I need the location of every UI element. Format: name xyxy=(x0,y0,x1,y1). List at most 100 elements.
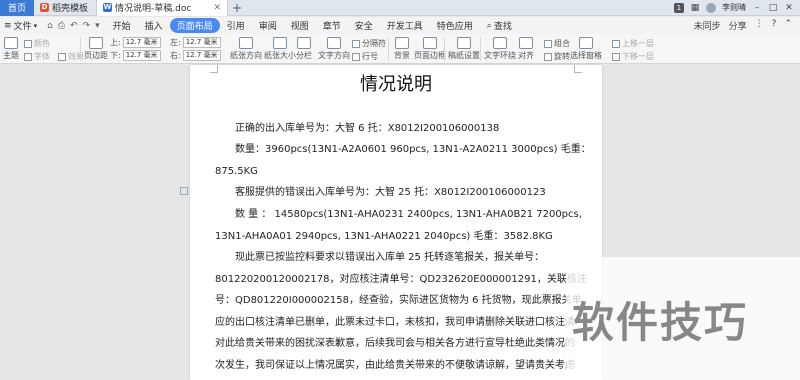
menu-insert[interactable]: 插入 xyxy=(138,19,170,32)
menu-security[interactable]: 安全 xyxy=(348,19,380,32)
quick-print-icon[interactable]: ⎙ xyxy=(58,21,65,31)
document-title[interactable]: 情况说明 xyxy=(190,70,602,96)
document-page[interactable]: 情况说明 正确的出入库单号为：大智 6 托：X8012I200106000138… xyxy=(190,65,602,380)
right-margin-input[interactable]: 12.7 毫米 xyxy=(182,50,221,61)
paragraph[interactable]: 数 量 ： 14580pcs(13N1-AHA0231 2400pcs, 13N… xyxy=(235,208,597,221)
menu-section[interactable]: 章节 xyxy=(316,19,348,32)
collapse-ribbon-icon[interactable]: ⌃ xyxy=(784,19,792,32)
background-button[interactable]: 背景 xyxy=(394,37,410,61)
minimize-button[interactable]: – xyxy=(752,3,762,13)
share-button[interactable]: 分享 xyxy=(729,19,747,32)
skin-icon[interactable]: ▦ xyxy=(690,3,700,13)
writer-doc-icon: W xyxy=(103,3,112,12)
margins-button[interactable]: 页边距 xyxy=(84,37,108,61)
more-icon[interactable]: ⋮ xyxy=(755,19,764,32)
font-label: 字体 xyxy=(34,52,50,61)
menu-developer[interactable]: 开发工具 xyxy=(380,19,430,32)
theme-button[interactable]: 主题 xyxy=(3,37,19,61)
paragraph[interactable]: 客服提供的错误出入库单号为：大智 25 托：X8012I200106000123 xyxy=(235,186,597,199)
paragraph[interactable]: 875.5KG xyxy=(215,165,577,178)
rotate-label: 旋转 xyxy=(554,52,570,61)
restore-button[interactable]: □ xyxy=(768,3,778,13)
paragraph[interactable]: 号：QD801220I000002158，经查验，实际进区货物为 6 托货物，现… xyxy=(215,294,582,307)
bring-forward-button[interactable]: 上移一层 xyxy=(612,38,654,49)
menu-start[interactable]: 开始 xyxy=(106,19,138,32)
watermark-text: 软件技巧 xyxy=(572,298,749,347)
left-margin-label: 左: xyxy=(170,38,181,47)
new-tab-button[interactable]: + xyxy=(228,0,246,16)
search-button[interactable]: ⌕ 查找 xyxy=(480,19,519,33)
separator-button[interactable]: 分隔符 xyxy=(352,38,386,49)
align-button[interactable]: 对齐 xyxy=(518,37,534,61)
close-button[interactable]: ✕ xyxy=(784,3,794,13)
text-wrap-label: 文字环绕 xyxy=(484,51,516,60)
columns-label: 分栏 xyxy=(296,51,312,60)
orientation-button[interactable]: 纸张方向 xyxy=(230,37,262,61)
margins-icon xyxy=(89,37,103,49)
user-name[interactable]: 李则晴 xyxy=(722,2,746,13)
tab-home[interactable]: 首页 xyxy=(0,0,34,16)
chevron-down-icon: ▾ xyxy=(33,21,38,30)
tab-template[interactable]: D 稻壳模板 xyxy=(34,0,96,16)
paragraph[interactable]: 应的出口核注清单已删单，此票未过卡口，未核扣，我司申请删除关联进口核注清 xyxy=(215,316,577,329)
bring-forward-icon xyxy=(612,39,620,48)
selection-pane-icon xyxy=(579,37,593,49)
color-icon xyxy=(24,39,32,48)
send-backward-button[interactable]: 下移一层 xyxy=(612,51,654,62)
quick-home-icon[interactable]: ⌂ xyxy=(47,21,53,31)
theme-label: 主题 xyxy=(3,51,19,60)
paragraph[interactable]: 正确的出入库单号为：大智 6 托：X8012I200106000138 xyxy=(235,122,597,135)
quick-more-icon[interactable]: ▾ xyxy=(95,21,100,31)
draft-settings-button[interactable]: 稿纸设置 xyxy=(448,37,480,61)
text-direction-button[interactable]: 文字方向 xyxy=(318,37,350,61)
tab-document[interactable]: W 情况说明-草稿.doc ✕ xyxy=(96,0,228,16)
paragraph[interactable]: 13N1-AHA0A01 2940pcs, 13N1-AHA0221 2040p… xyxy=(215,230,577,243)
separator-label: 分隔符 xyxy=(362,39,386,48)
page-borders-label: 页面边框 xyxy=(414,51,446,60)
window-count-badge[interactable]: 1 xyxy=(674,2,684,13)
undo-icon[interactable]: ↶ xyxy=(70,21,78,31)
paper-size-button[interactable]: 纸张大小 xyxy=(264,37,296,61)
ribbon-divider xyxy=(444,37,445,61)
help-icon[interactable]: ? xyxy=(772,19,777,32)
sync-status[interactable]: 未同步 xyxy=(694,19,721,32)
redo-icon[interactable]: ↷ xyxy=(83,21,91,31)
send-backward-icon xyxy=(612,52,620,61)
group-button[interactable]: 组合 xyxy=(544,38,570,49)
paragraph-marker-icon[interactable] xyxy=(180,187,188,195)
search-label: 查找 xyxy=(493,22,512,32)
paragraph[interactable]: 数量：3960pcs(13N1-A2A0601 960pcs, 13N1-A2A… xyxy=(235,143,597,156)
paragraph[interactable]: 次发生，我司保证以上情况属实，由此给贵关带来的不便敬请谅解，望请贵关考虑 xyxy=(215,359,577,372)
orientation-icon xyxy=(239,37,253,49)
line-numbers-button[interactable]: 行号 xyxy=(352,51,378,62)
quick-access-toolbar: ⌂ ⎙ ↶ ↷ ▾ xyxy=(41,21,106,31)
font-icon xyxy=(24,52,32,61)
top-margin: 上: 12.7 毫米 xyxy=(110,37,161,48)
line-numbers-label: 行号 xyxy=(362,52,378,61)
menu-page-layout[interactable]: 页面布局 xyxy=(169,18,220,33)
menu-view[interactable]: 视图 xyxy=(284,19,316,32)
avatar[interactable] xyxy=(706,2,716,13)
menu-features[interactable]: 特色应用 xyxy=(430,19,480,32)
hamburger-icon: ≡ xyxy=(4,20,12,31)
menu-review[interactable]: 审阅 xyxy=(252,19,284,32)
top-margin-input[interactable]: 12.7 毫米 xyxy=(122,37,161,48)
left-margin-input[interactable]: 12.7 毫米 xyxy=(182,37,221,48)
columns-button[interactable]: 分栏 xyxy=(296,37,312,61)
rotate-button[interactable]: 旋转 xyxy=(544,51,570,62)
page-borders-button[interactable]: 页面边框 xyxy=(414,37,446,61)
paragraph[interactable]: 801220200120002178，对应核注清单号：QD232620E0000… xyxy=(215,273,587,286)
text-wrap-button[interactable]: 文字环绕 xyxy=(484,37,516,61)
tab-document-label: 情况说明-草稿.doc xyxy=(115,4,192,14)
paragraph[interactable]: 现此票已按监控料要求以错误出入库单 25 托转逐笔报关，报关单号： xyxy=(235,251,597,264)
selection-pane-button[interactable]: 选择窗格 xyxy=(570,37,602,61)
color-button[interactable]: 颜色 xyxy=(24,38,50,49)
menu-references[interactable]: 引用 xyxy=(220,19,252,32)
paragraph[interactable]: 对此给贵关带来的困扰深表歉意，后续我司会与相关各方进行宣导杜绝此类情况的 xyxy=(215,337,577,350)
tab-close-icon[interactable]: ✕ xyxy=(213,3,221,13)
ribbon-divider xyxy=(80,37,81,61)
font-theme-button[interactable]: 字体 xyxy=(24,51,50,62)
bottom-margin-input[interactable]: 12.7 毫米 xyxy=(122,50,161,61)
file-menu-button[interactable]: ≡ 文件 ▾ xyxy=(0,19,41,33)
background-icon xyxy=(395,37,409,49)
